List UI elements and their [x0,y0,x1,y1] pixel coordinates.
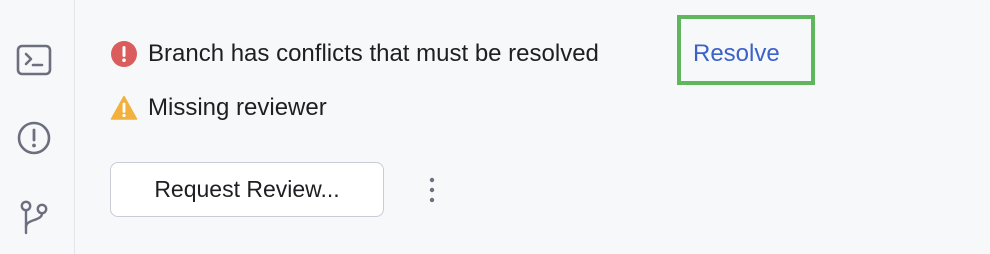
more-vertical-icon[interactable] [420,172,444,208]
request-review-button[interactable]: Request Review... [110,162,384,217]
error-icon [110,40,138,68]
reviewer-status-row: Missing reviewer [110,92,327,124]
reviewer-status-text: Missing reviewer [148,94,327,121]
review-panel: Branch has conflicts that must be resolv… [76,0,990,254]
warning-icon [110,94,138,122]
resolve-link[interactable]: Resolve [693,38,780,70]
conflicts-status-row: Branch has conflicts that must be resolv… [110,38,599,70]
conflicts-status-text: Branch has conflicts that must be resolv… [148,40,599,67]
problems-icon[interactable] [14,118,54,158]
terminal-icon[interactable] [14,40,54,80]
branch-icon[interactable] [14,196,54,236]
tool-window-strip [0,0,75,254]
